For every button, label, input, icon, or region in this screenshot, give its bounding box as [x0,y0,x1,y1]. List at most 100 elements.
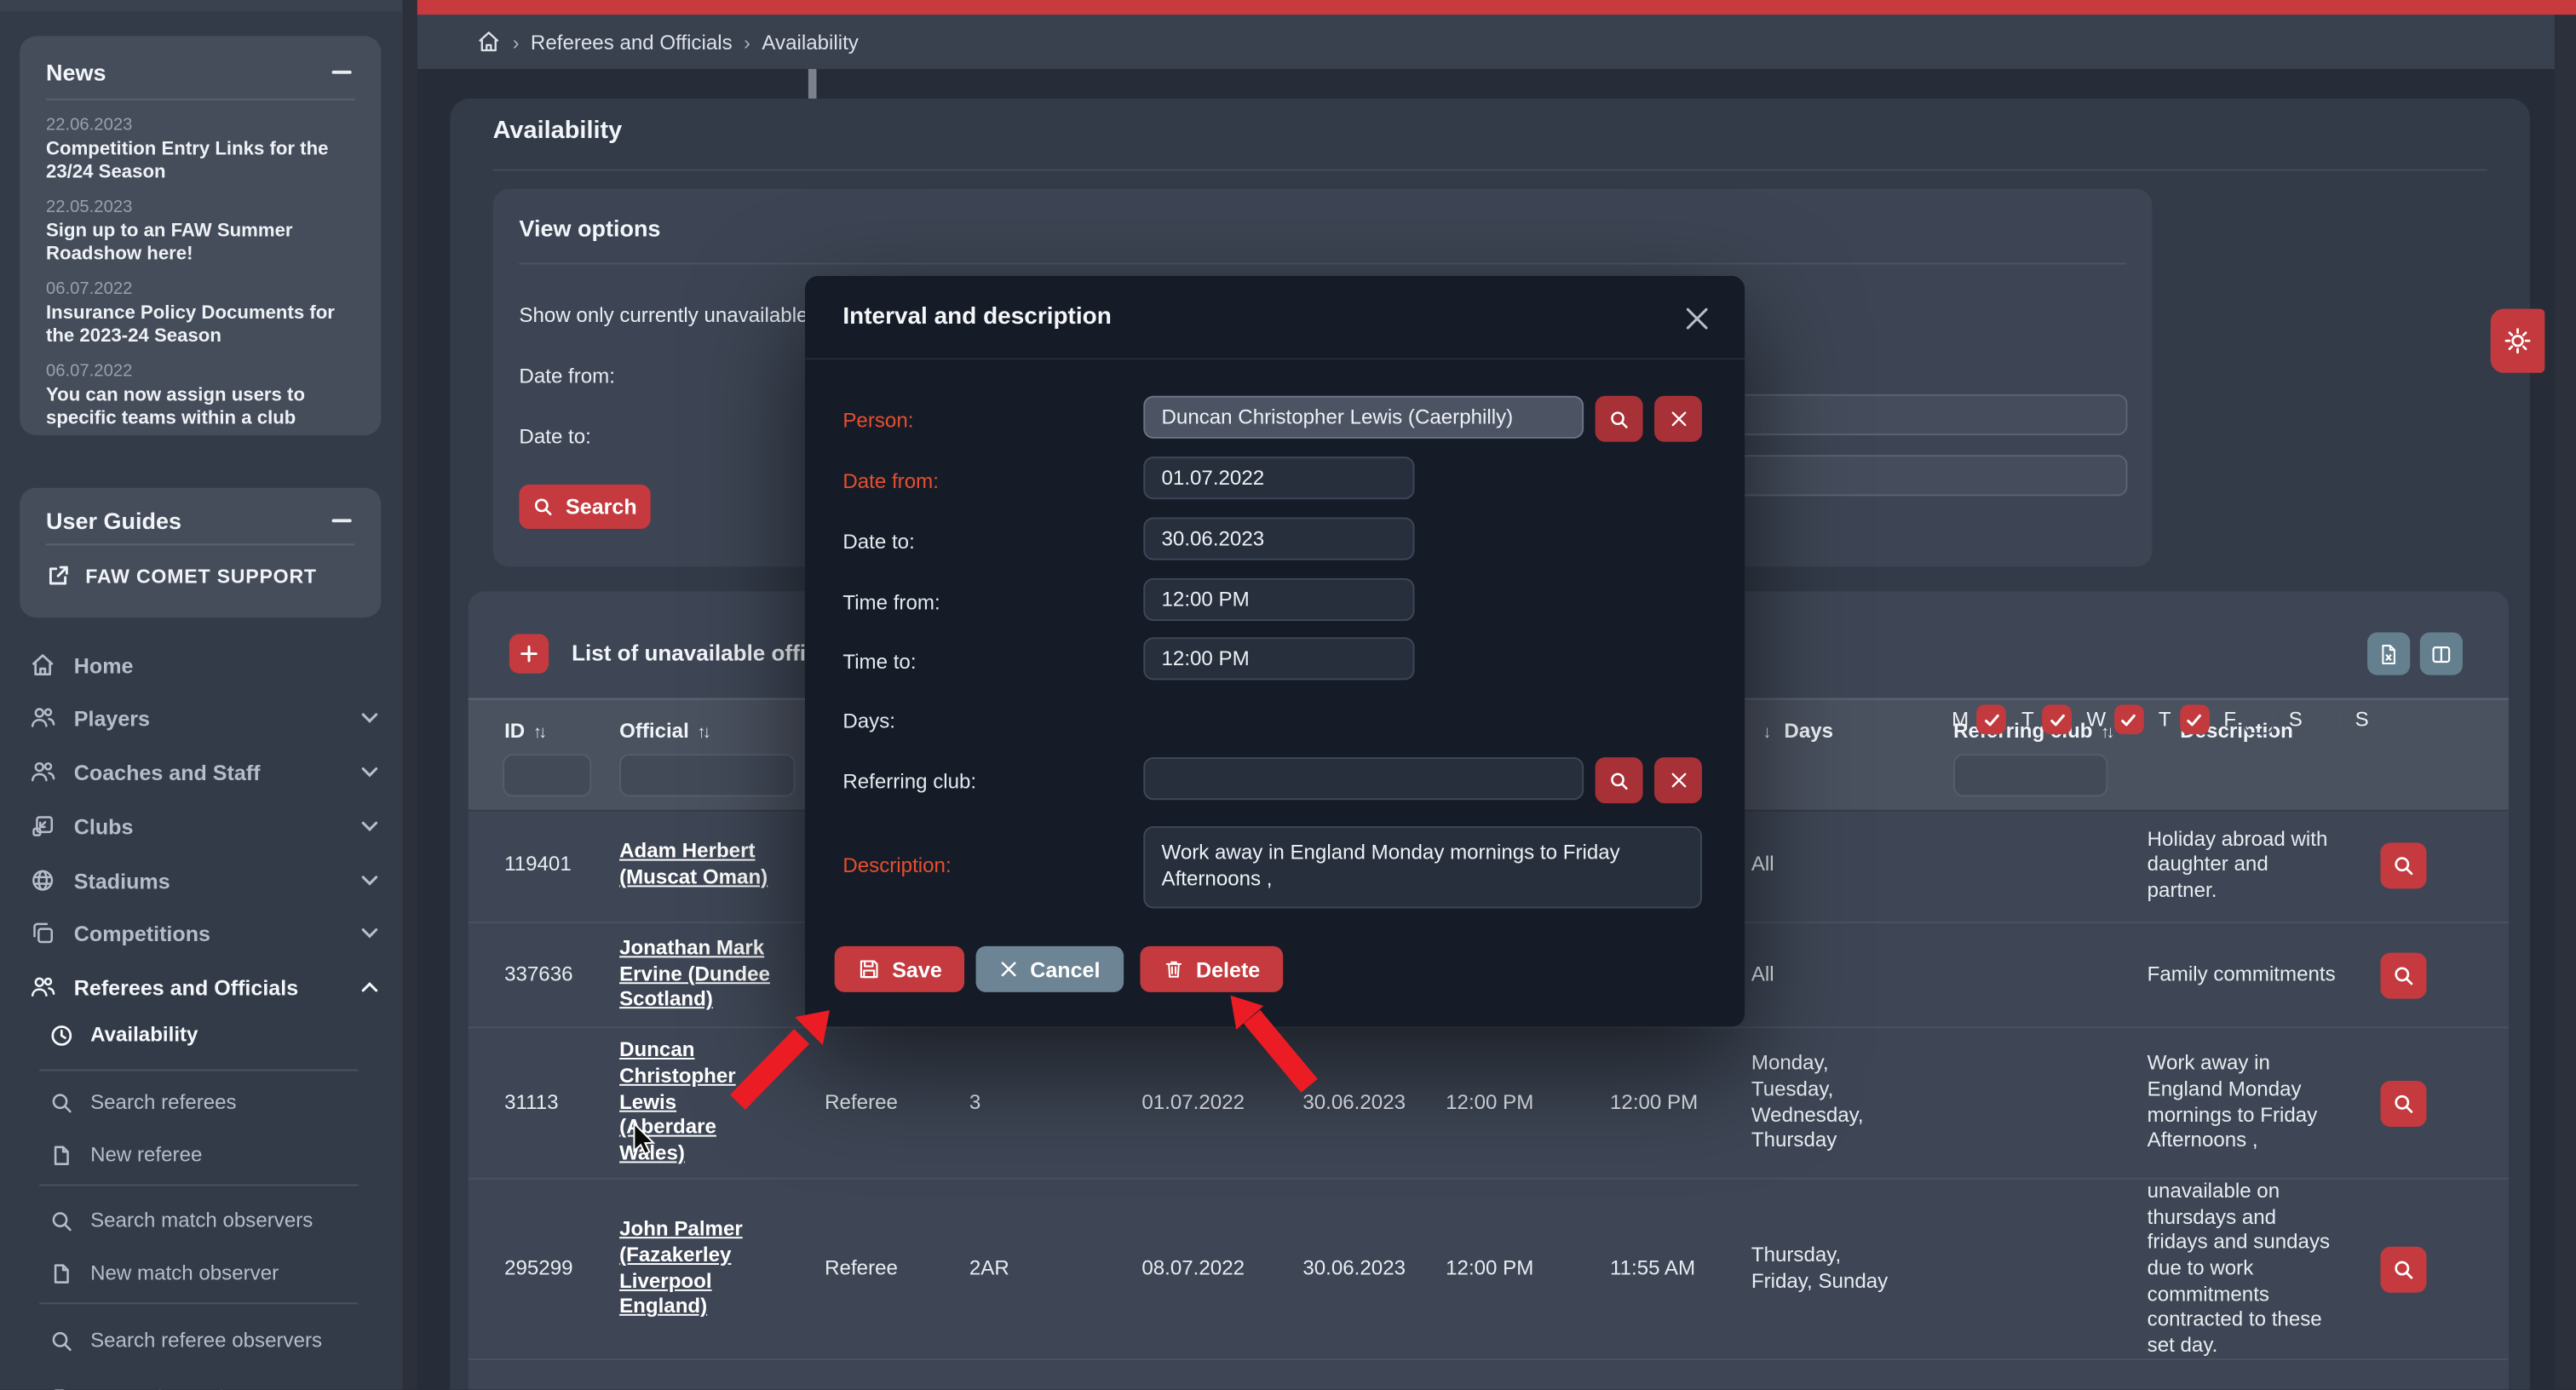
cell-date-to: 30.06.2023 [1302,1256,1446,1282]
sidebar-scrollbar[interactable] [402,0,417,1390]
day-checkbox-unchecked[interactable] [2311,704,2341,734]
page-title: Availability [493,117,623,145]
cell-time-to: 11:55 AM [1610,1256,1751,1282]
sidebar-item-label: Stadiums [74,868,170,893]
search-button[interactable]: Search [519,485,650,529]
close-icon[interactable] [1682,304,1712,334]
sidebar-item-clubs[interactable]: Clubs [0,800,402,853]
referring-club-input[interactable] [1143,757,1584,800]
time-from-input[interactable]: 12:00 PM [1143,578,1414,621]
official-filter-input[interactable] [619,754,795,796]
delete-button-label: Delete [1196,956,1260,981]
export-excel-button[interactable] [2367,632,2410,675]
day-checkbox-checked[interactable] [2114,704,2144,734]
description-textarea[interactable]: Work away in England Monday mornings to … [1143,826,1702,908]
column-header-days[interactable]: Days [1784,720,1833,743]
trash-icon [1163,957,1184,980]
description-label: Description: [842,854,951,877]
sidebar-item-competitions[interactable]: Competitions [0,907,402,960]
id-filter-input[interactable] [503,754,591,796]
save-button[interactable]: Save [835,946,965,992]
date-from-input[interactable]: 01.07.2022 [1143,457,1414,499]
breadcrumb-current: Availability [762,31,858,54]
news-item[interactable]: 22.06.2023 Competition Entry Links for t… [46,115,355,184]
news-title: You can now assign users to specific tea… [46,384,355,430]
main-scrollbar[interactable] [2555,14,2576,1389]
referring-club-clear-button[interactable] [1654,757,1702,803]
official-link[interactable]: Duncan Christopher Lewis (Aberdare Wales… [619,1039,736,1165]
settings-button[interactable] [2491,309,2545,373]
cancel-button[interactable]: Cancel [976,946,1124,992]
person-clear-button[interactable] [1654,396,1702,442]
sidebar-item-search-referees[interactable]: Search referees [0,1077,402,1127]
day-checkbox-unchecked[interactable] [2377,704,2406,734]
time-to-label: Time to: [842,651,916,674]
column-header-official[interactable]: Official↑↓ [619,720,708,743]
sidebar-item-label: Players [74,705,150,730]
sidebar-item-referees-and-officials[interactable]: Referees and Officials [0,961,402,1014]
day-checkbox-unchecked[interactable] [2245,704,2274,734]
breadcrumb-link[interactable]: Referees and Officials [531,31,733,54]
user-guides-panel: User Guides FAW COMET SUPPORT [20,488,381,617]
chevron-up-icon [359,977,379,997]
cell-days: Monday, Tuesday, Wednesday, Thursday [1751,1052,1921,1155]
faw-comet-support-link[interactable]: FAW COMET SUPPORT [20,545,381,606]
person-search-button[interactable] [1596,396,1643,442]
date-to-input[interactable]: 30.06.2023 [1143,517,1414,560]
news-title: Insurance Policy Documents for the 2023-… [46,302,355,348]
chevron-down-icon [359,762,379,782]
person-input[interactable]: Duncan Christopher Lewis (Caerphilly) [1143,396,1584,439]
sidebar-item-coaches-and-staff[interactable]: Coaches and Staff [0,746,402,799]
cell-role: Referee [825,1256,969,1282]
news-item[interactable]: 22.05.2023 Sign up to an FAW Summer Road… [46,197,355,266]
sidebar-item-home[interactable]: Home [0,639,402,692]
day-checkbox-checked[interactable] [2179,704,2209,734]
news-date: 22.05.2023 [46,197,355,216]
cell-date-from: 08.07.2022 [1141,1256,1302,1282]
row-search-button[interactable] [2380,952,2426,998]
sidebar-item-search-referee-observers[interactable]: Search referee observers [0,1316,402,1365]
chevron-down-icon [359,870,379,890]
day-letter: W [2086,708,2106,731]
official-link[interactable]: John Palmer (Fazakerley Liverpool Englan… [619,1218,743,1318]
sidebar-item-availability[interactable]: Availability [0,1010,402,1060]
home-icon [30,652,56,679]
column-header-id[interactable]: ID↑↓ [504,720,543,743]
sidebar-item-search-match-observers[interactable]: Search match observers [0,1196,402,1245]
add-interval-button[interactable] [509,634,549,673]
home-icon[interactable] [476,30,501,55]
row-search-button[interactable] [2380,1246,2426,1292]
sidebar: News 22.06.2023 Competition Entry Links … [0,0,402,1390]
time-to-input[interactable]: 12:00 PM [1143,637,1414,680]
sidebar-item-new-referee-observer[interactable]: New referee observer [0,1373,402,1389]
row-search-button[interactable] [2380,1080,2426,1126]
cell-time-from: 12:00 PM [1446,1256,1610,1282]
day-letter: S [2355,708,2369,731]
sidebar-item-stadiums[interactable]: Stadiums [0,854,402,907]
sidebar-item-new-match-observer[interactable]: New match observer [0,1249,402,1298]
external-link-icon [46,563,71,588]
sidebar-item-label: New referee observer [90,1387,288,1390]
row-search-button[interactable] [2380,842,2426,888]
day-letter: T [2159,708,2171,731]
news-item[interactable]: 06.07.2022 Insurance Policy Documents fo… [46,279,355,348]
cell-id: 119401 [504,853,619,878]
news-item[interactable]: 06.07.2022 You can now assign users to s… [46,361,355,430]
clock-icon [49,1023,74,1048]
breadcrumb: › Referees and Officials › Availability [476,30,859,55]
collapse-user-guides-icon[interactable] [329,508,355,534]
official-link[interactable]: Jonathan Mark Ervine (Dundee Scotland) [619,936,770,1010]
person-label: Person: [842,409,913,432]
sidebar-item-players[interactable]: Players [0,692,402,744]
delete-button[interactable]: Delete [1140,946,1283,992]
collapse-news-icon[interactable] [329,59,355,85]
official-link[interactable]: Adam Herbert (Muscat Oman) [619,840,768,888]
table-row: 27803 Matthew John (Neath Wales) Referee… [469,1361,2509,1390]
referring-club-filter-input[interactable] [1953,754,2107,796]
referring-club-search-button[interactable] [1596,757,1643,803]
day-checkbox-checked[interactable] [1977,704,2007,734]
sidebar-item-new-referee[interactable]: New referee [0,1130,402,1180]
column-settings-button[interactable] [2420,632,2463,675]
day-checkbox-checked[interactable] [2042,704,2072,734]
interval-description-modal: Interval and description Person: Duncan … [805,276,1745,1026]
